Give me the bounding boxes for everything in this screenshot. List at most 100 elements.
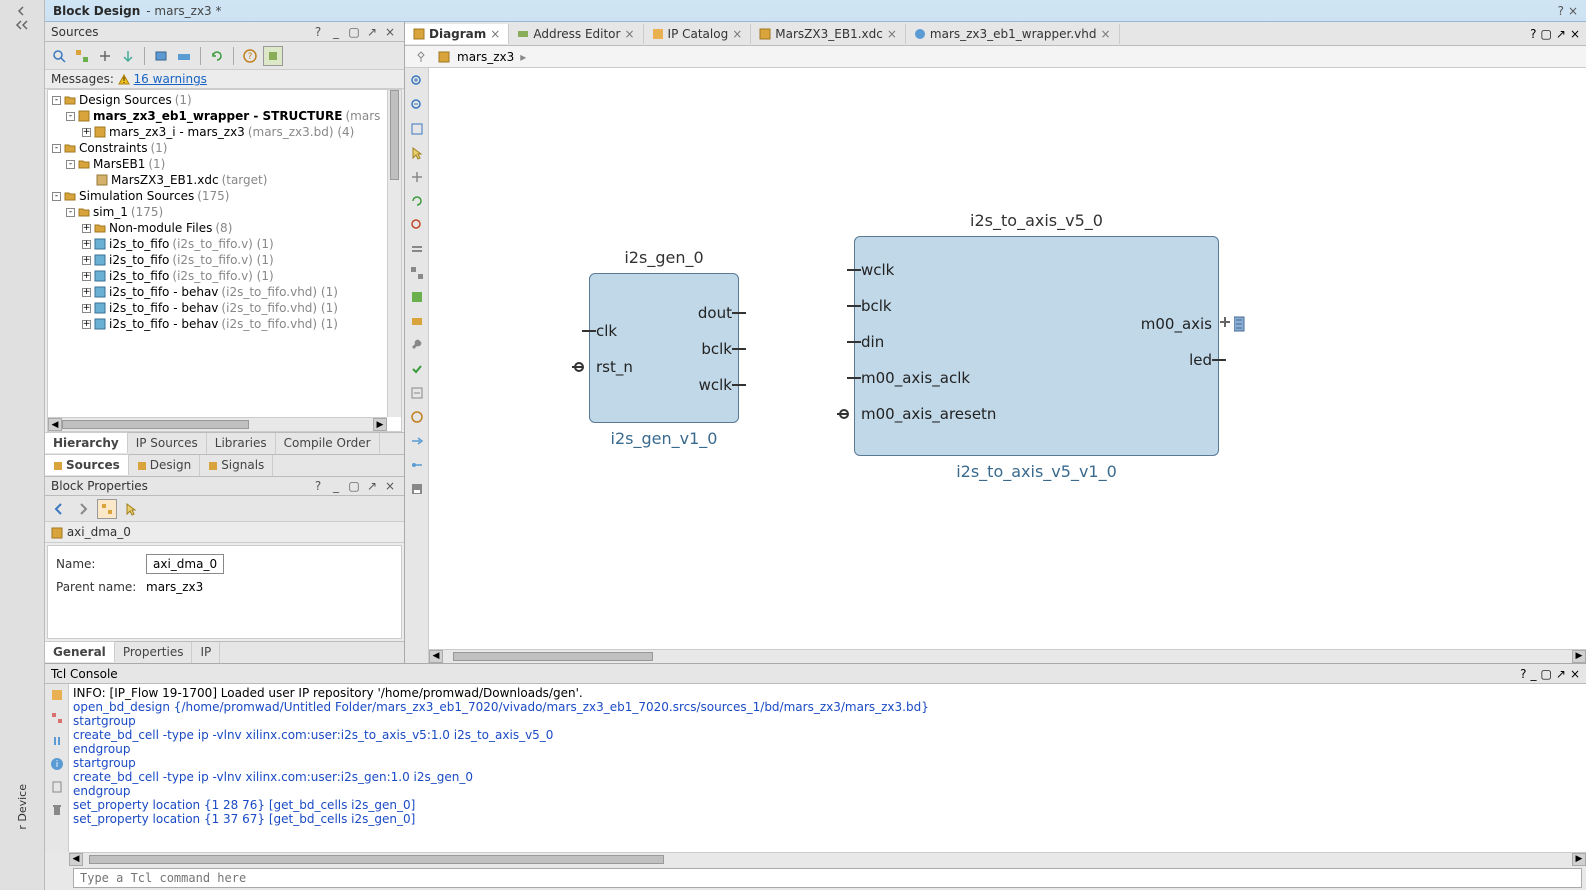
port-wclk[interactable]: wclk — [861, 261, 894, 279]
editor-tab-ip-catalog[interactable]: IP Catalog× — [644, 24, 752, 44]
port-din[interactable]: din — [861, 333, 884, 351]
minimize-icon[interactable]: _ — [1531, 667, 1537, 681]
help-icon[interactable]: ? — [1520, 667, 1526, 681]
ip-block-i2s-to-axis[interactable]: i2s_to_axis_v5_0 i2s_to_axis_v5_v1_0 wcl… — [854, 236, 1219, 456]
port-led[interactable]: led — [1189, 351, 1212, 369]
editor-tab-marszx3-eb1-xdc[interactable]: MarsZX3_EB1.xdc× — [751, 24, 906, 44]
expand-toggle-icon[interactable]: + — [82, 304, 91, 313]
expand-toggle-icon[interactable]: + — [82, 256, 91, 265]
port-dout[interactable]: dout — [698, 304, 732, 322]
maximize-icon[interactable]: ↗ — [364, 478, 380, 494]
forward-icon[interactable] — [73, 499, 93, 519]
help-icon[interactable]: ? — [310, 24, 326, 40]
port-icon[interactable] — [408, 432, 426, 450]
expand-toggle-icon[interactable]: + — [82, 320, 91, 329]
collapse-icon[interactable] — [408, 384, 426, 402]
zoom-fit-icon[interactable] — [408, 120, 426, 138]
optimize-icon[interactable] — [408, 240, 426, 258]
vertical-scrollbar[interactable] — [387, 90, 401, 417]
tcl-command-input[interactable] — [73, 868, 1582, 888]
expand-toggle-icon[interactable]: + — [82, 224, 91, 233]
restore-icon[interactable]: ▢ — [1541, 667, 1552, 681]
back-icon[interactable] — [49, 499, 69, 519]
expand-toggle-icon[interactable]: - — [66, 160, 75, 169]
expand-toggle-icon[interactable]: + — [82, 288, 91, 297]
add-sources-icon[interactable] — [151, 46, 171, 66]
minimize-icon[interactable]: _ — [328, 478, 344, 494]
editor-tab-mars-zx3-eb1-wrapper-vhd[interactable]: mars_zx3_eb1_wrapper.vhd× — [906, 24, 1120, 44]
select-icon[interactable] — [408, 144, 426, 162]
port-clk[interactable]: clk — [596, 322, 617, 340]
regenerate-icon[interactable] — [408, 192, 426, 210]
port-m00-axis[interactable]: m00_axis — [1141, 315, 1212, 333]
pin-icon[interactable] — [411, 47, 431, 67]
tcl-pause-icon[interactable] — [50, 734, 64, 751]
tab-ip[interactable]: IP — [192, 642, 220, 663]
tcl-copy-icon[interactable] — [50, 780, 64, 797]
zoom-out-icon[interactable] — [408, 96, 426, 114]
tree-row[interactable]: +mars_zx3_i - mars_zx3 (mars_zx3.bd) (4) — [50, 124, 385, 140]
expand-toggle-icon[interactable]: - — [52, 96, 61, 105]
canvas-horizontal-scrollbar[interactable]: ◀ ▶ — [429, 649, 1586, 663]
close-icon[interactable]: × — [1570, 667, 1580, 681]
restore-icon[interactable]: ▢ — [1541, 27, 1552, 41]
tab-signals[interactable]: Signals — [200, 455, 273, 476]
editor-tab-diagram[interactable]: Diagram× — [405, 24, 509, 44]
zoom-rect-icon[interactable] — [408, 216, 426, 234]
toolbox-icon[interactable] — [408, 312, 426, 330]
port-bclk[interactable]: bclk — [701, 340, 732, 358]
pan-icon[interactable] — [408, 168, 426, 186]
help-icon[interactable]: ? — [310, 478, 326, 494]
help-icon[interactable]: ? — [1530, 27, 1536, 41]
tcl-clear-icon[interactable] — [50, 688, 64, 705]
restore-icon[interactable]: ▢ — [346, 24, 362, 40]
tab-close-icon[interactable]: × — [1101, 27, 1111, 41]
tree-row[interactable]: +Non-module Files (8) — [50, 220, 385, 236]
tree-row[interactable]: -sim_1 (175) — [50, 204, 385, 220]
tab-hierarchy[interactable]: Hierarchy — [45, 432, 128, 453]
name-field[interactable]: axi_dma_0 — [146, 554, 224, 574]
tree-row[interactable]: +i2s_to_fifo - behav (i2s_to_fifo.vhd) (… — [50, 300, 385, 316]
close-icon[interactable]: × — [382, 478, 398, 494]
expand-toggle-icon[interactable]: + — [82, 272, 91, 281]
tree-row[interactable]: +i2s_to_fifo (i2s_to_fifo.v) (1) — [50, 252, 385, 268]
restore-icon[interactable]: ▢ — [346, 478, 362, 494]
horizontal-scrollbar[interactable]: ◀▶ — [48, 417, 387, 431]
tree-row[interactable]: -Design Sources (1) — [50, 92, 385, 108]
tab-close-icon[interactable]: × — [887, 27, 897, 41]
search-icon[interactable] — [49, 46, 69, 66]
tree-row[interactable]: +i2s_to_fifo - behav (i2s_to_fifo.vhd) (… — [50, 284, 385, 300]
help-icon[interactable]: ? — [1558, 4, 1564, 18]
tab-ip-sources[interactable]: IP Sources — [128, 433, 207, 454]
tab-design[interactable]: Design — [129, 455, 200, 476]
port-m00-axis-aresetn[interactable]: m00_axis_aresetn — [861, 405, 996, 423]
editor-tab-address-editor[interactable]: Address Editor× — [509, 24, 643, 44]
tree-row[interactable]: -MarsEB1 (1) — [50, 156, 385, 172]
close-icon[interactable]: × — [382, 24, 398, 40]
expand-toggle-icon[interactable]: - — [66, 112, 75, 121]
close-icon[interactable]: × — [1570, 27, 1580, 41]
expand-all-icon[interactable] — [72, 46, 92, 66]
diagram-canvas[interactable]: i2s_gen_0 i2s_gen_v1_0 clk rst_n dout bc… — [429, 68, 1586, 663]
hierarchy-icon[interactable] — [174, 46, 194, 66]
tab-general[interactable]: General — [45, 641, 115, 662]
expand-toggle-icon[interactable]: + — [82, 240, 91, 249]
tree-row[interactable]: +i2s_to_fifo (i2s_to_fifo.v) (1) — [50, 268, 385, 284]
left-panel-label[interactable]: r Device — [16, 784, 29, 830]
tab-close-icon[interactable]: × — [732, 27, 742, 41]
maximize-icon[interactable]: ↗ — [364, 24, 380, 40]
tab-compile-order[interactable]: Compile Order — [276, 433, 380, 454]
ip-block-i2s-gen[interactable]: i2s_gen_0 i2s_gen_v1_0 clk rst_n dout bc… — [589, 273, 739, 423]
interface-expand-icon[interactable] — [1218, 315, 1232, 329]
tab-properties[interactable]: Properties — [115, 642, 193, 663]
pin2-icon[interactable] — [408, 456, 426, 474]
tab-close-icon[interactable]: × — [490, 27, 500, 41]
save-icon[interactable] — [408, 480, 426, 498]
maximize-icon[interactable]: ↗ — [1556, 27, 1566, 41]
tab-sources[interactable]: Sources — [45, 454, 129, 475]
tree-row[interactable]: +i2s_to_fifo - behav (i2s_to_fifo.vhd) (… — [50, 316, 385, 332]
tcl-output[interactable]: INFO: [IP_Flow 19-1700] Loaded user IP r… — [69, 684, 1586, 852]
breadcrumb-path[interactable]: mars_zx3 — [457, 50, 514, 64]
tcl-tree-icon[interactable] — [50, 711, 64, 728]
sources-tree[interactable]: -Design Sources (1)-mars_zx3_eb1_wrapper… — [47, 89, 402, 432]
